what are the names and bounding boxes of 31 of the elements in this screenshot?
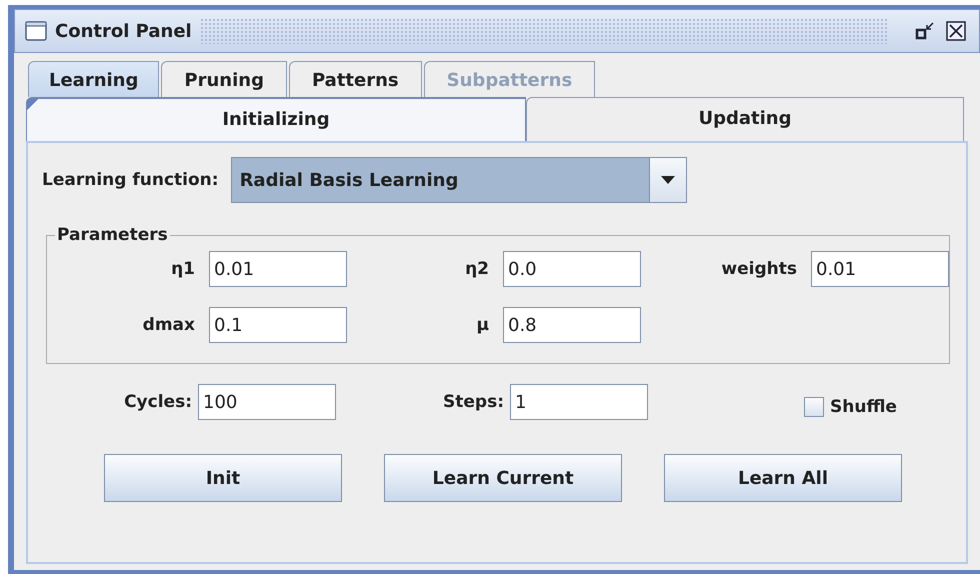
window-icon	[25, 21, 47, 41]
input-field[interactable]: 0.01	[209, 251, 347, 287]
tab[interactable]: Learning	[28, 61, 160, 97]
action-button[interactable]: Init	[104, 454, 342, 502]
tab[interactable]: Patterns	[288, 61, 422, 97]
input-field[interactable]: 0.1	[209, 307, 347, 343]
field-label: Cycles:	[123, 392, 192, 412]
checkbox[interactable]	[804, 397, 824, 417]
tab[interactable]: Initializing	[26, 97, 526, 141]
window-title: Control Panel	[55, 20, 192, 42]
field-label: dmax	[142, 315, 195, 335]
action-button[interactable]: Learn All	[664, 454, 902, 502]
input-field[interactable]: 0.0	[503, 251, 641, 287]
field-label: Steps:	[442, 392, 504, 412]
input-field[interactable]: 0.01	[811, 251, 949, 287]
field-label: Learning function:	[42, 170, 219, 190]
field-label: η2	[465, 259, 489, 279]
dropdown-arrow-icon	[660, 175, 676, 185]
tab[interactable]: Updating	[526, 97, 964, 141]
input-field[interactable]: 1	[510, 384, 648, 420]
field-label: weights	[721, 259, 797, 279]
action-button[interactable]: Learn Current	[384, 454, 622, 502]
field-label: η1	[171, 259, 195, 279]
tab[interactable]: Pruning	[161, 61, 287, 97]
close-icon[interactable]	[945, 20, 967, 42]
group-title: Parameters	[56, 225, 169, 245]
learning-function-dropdown[interactable]: Radial Basis Learning	[230, 157, 687, 203]
field-label: μ	[476, 315, 489, 335]
input-field[interactable]: 0.8	[503, 307, 641, 343]
checkbox-label: Shuffle	[830, 397, 897, 417]
input-field[interactable]: 100	[198, 384, 336, 420]
